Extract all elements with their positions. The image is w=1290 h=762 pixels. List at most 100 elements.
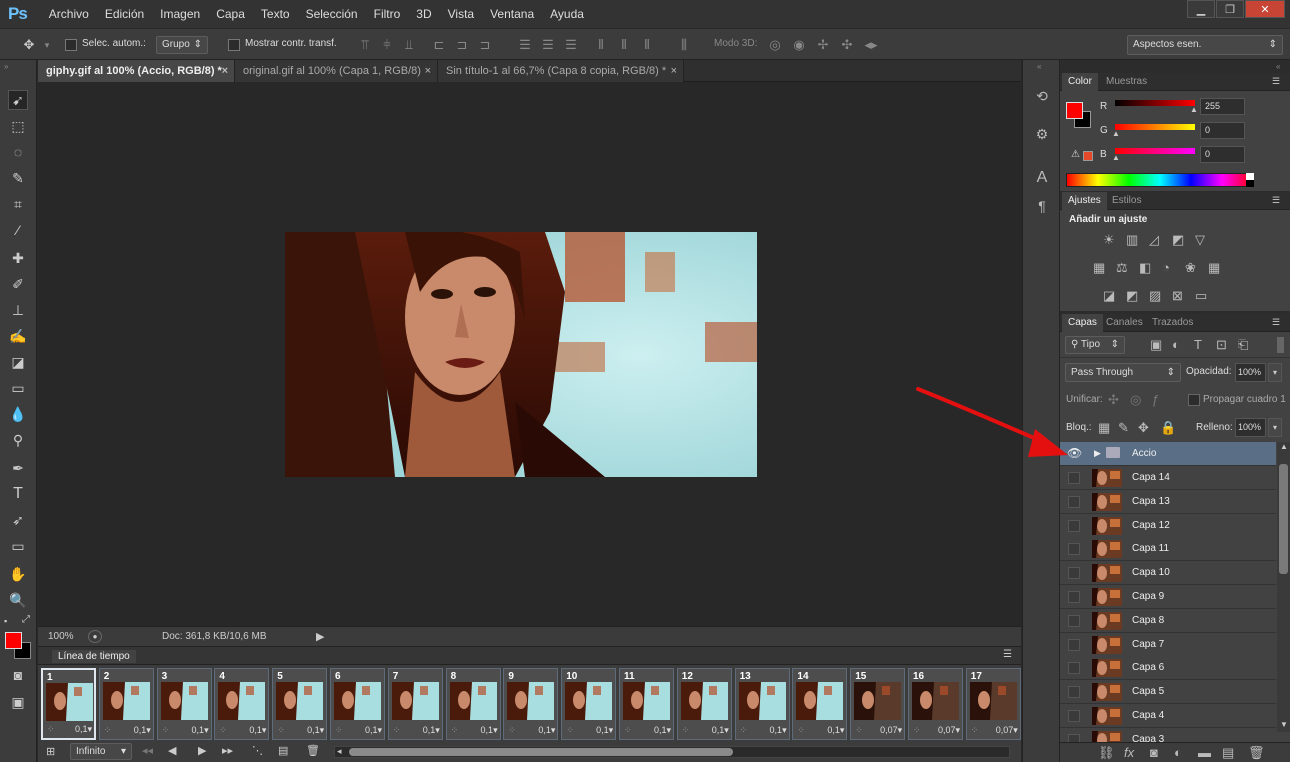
tab-estilos[interactable]: Estilos — [1106, 192, 1147, 210]
timeline-frame[interactable]: 3 ⁘ 0,1▾ — [156, 668, 212, 740]
default-colors-icon[interactable]: ▪ — [4, 616, 7, 626]
healing-brush-tool[interactable]: ✚ — [8, 248, 28, 268]
gamut-swatch[interactable] — [1083, 151, 1093, 161]
link-layers-icon[interactable]: ⛓ — [1098, 745, 1115, 761]
scroll-up-icon[interactable]: ▲ — [1280, 442, 1288, 451]
history-icon[interactable]: ⟲ — [1032, 86, 1052, 106]
lock-all-icon[interactable]: 🔒 — [1160, 420, 1176, 436]
distribute-right-icon[interactable]: ⫴ — [640, 38, 654, 52]
next-frame-icon[interactable]: ▸▸ — [222, 744, 233, 757]
close-tab-icon[interactable]: × — [671, 65, 677, 77]
frame-disposal-icon[interactable]: ⁘ — [855, 725, 863, 736]
color-spectrum-bar[interactable] — [1066, 173, 1254, 187]
tool-preset-chevron-icon[interactable]: ▾ — [40, 38, 54, 52]
tab-ajustes[interactable]: Ajustes — [1062, 192, 1107, 210]
g-slider[interactable] — [1115, 124, 1195, 130]
timeline-frame[interactable]: 13 ⁘ 0,1▾ — [734, 668, 790, 740]
layer-row[interactable]: Capa 6 — [1060, 656, 1276, 681]
lock-position-icon[interactable]: ✥ — [1138, 420, 1149, 436]
visibility-toggle[interactable] — [1068, 567, 1080, 580]
expand-arrow-icon[interactable]: ▶ — [1094, 448, 1101, 459]
timeline-frame[interactable]: 9 ⁘ 0,1▾ — [503, 668, 559, 740]
panel-menu-icon[interactable]: ☰ — [1272, 317, 1280, 328]
frame-disposal-icon[interactable]: ⁘ — [797, 725, 805, 736]
lock-transparency-icon[interactable]: ▦ — [1098, 420, 1110, 436]
collapse-icon[interactable]: » — [4, 62, 8, 71]
tab-sin-titulo[interactable]: Sin título-1 al 66,7% (Capa 8 copia, RGB… — [438, 60, 684, 82]
g-slider-handle-icon[interactable]: ▲ — [1112, 129, 1120, 138]
gradient-tool[interactable]: ▭ — [8, 378, 28, 398]
new-adjustment-icon[interactable]: ◐ — [1174, 745, 1182, 760]
tab-original[interactable]: original.gif al 100% (Capa 1, RGB/8) × — [235, 60, 438, 82]
frame-delay[interactable]: 0,07▾ — [996, 725, 1018, 736]
menu-3d[interactable]: 3D — [416, 7, 431, 21]
visibility-toggle[interactable] — [1068, 686, 1080, 699]
frame-delay[interactable]: 0,1▾ — [192, 725, 209, 736]
frame-delay[interactable]: 0,1▾ — [712, 725, 729, 736]
foreground-color-swatch[interactable] — [5, 632, 22, 649]
minimize-button[interactable]: ▁ — [1187, 0, 1215, 18]
panel-menu-icon[interactable]: ☰ — [1272, 195, 1280, 206]
quick-mask-button[interactable]: ◙ — [8, 665, 28, 685]
spectrum-black-swatch[interactable] — [1246, 180, 1254, 187]
visibility-toggle[interactable] — [1068, 472, 1080, 484]
delete-frame-icon[interactable]: 🗑 — [306, 744, 320, 757]
threshold-icon[interactable]: ▨ — [1149, 288, 1161, 304]
new-group-icon[interactable]: ▬ — [1198, 745, 1211, 760]
color-balance-icon[interactable]: ⚖ — [1116, 260, 1128, 276]
quick-select-tool[interactable]: ✎ — [8, 168, 28, 188]
g-value-field[interactable]: 0 — [1200, 122, 1245, 139]
eyedropper-tool[interactable]: ⁄ — [8, 220, 28, 240]
collapse-icon[interactable]: « — [1037, 62, 1041, 71]
timeline-frame[interactable]: 1 ⁘ 0,1▾ — [41, 668, 96, 740]
history-brush-tool[interactable]: ✍ — [8, 326, 28, 346]
frame-disposal-icon[interactable]: ⁘ — [47, 724, 55, 735]
restore-button[interactable]: ❐ — [1216, 0, 1244, 18]
timeline-frame[interactable]: 2 ⁘ 0,1▾ — [98, 668, 154, 740]
frame-disposal-icon[interactable]: ⁘ — [219, 725, 227, 736]
layer-row[interactable]: Capa 14 — [1060, 466, 1276, 490]
selective-color-icon[interactable]: ⊠ — [1172, 288, 1183, 304]
vibrance-icon[interactable]: ▽ — [1195, 232, 1205, 248]
visibility-toggle[interactable] — [1068, 591, 1080, 603]
distribute-hcenter-icon[interactable]: ⫴ — [617, 38, 631, 52]
duplicate-frame-icon[interactable]: ▤ — [278, 744, 288, 757]
lasso-tool[interactable]: ◌ — [8, 142, 28, 162]
layer-row[interactable]: Capa 8 — [1060, 608, 1276, 633]
marquee-tool[interactable]: ⬚ — [8, 116, 28, 136]
frame-disposal-icon[interactable]: ⁘ — [277, 725, 285, 736]
frame-delay[interactable]: 0,1▾ — [827, 725, 844, 736]
type-tool[interactable]: T — [8, 484, 28, 504]
close-tab-icon[interactable]: × — [222, 65, 228, 77]
frame-delay[interactable]: 0,1▾ — [481, 725, 498, 736]
timeline-frame[interactable]: 10 ⁘ 0,1▾ — [561, 668, 617, 740]
frame-delay[interactable]: 0,1▾ — [134, 725, 151, 736]
menu-edicion[interactable]: Edición — [105, 7, 144, 21]
frame-disposal-icon[interactable]: ⁘ — [740, 725, 748, 736]
timeline-frame[interactable]: 15 ⁘ 0,07▾ — [850, 668, 906, 740]
layers-scrollbar[interactable]: ▲ ▼ — [1277, 442, 1290, 732]
layer-row[interactable]: Capa 7 — [1060, 632, 1276, 657]
tab-muestras[interactable]: Muestras — [1100, 73, 1153, 91]
align-top-icon[interactable]: ⫪ — [358, 38, 372, 52]
close-button[interactable]: ✕ — [1245, 0, 1285, 18]
menu-texto[interactable]: Texto — [261, 7, 290, 21]
frame-disposal-icon[interactable]: ⁘ — [566, 725, 574, 736]
document-image[interactable] — [285, 232, 757, 477]
eraser-tool[interactable]: ◪ — [8, 352, 28, 372]
timeline-scrollbar[interactable]: ◂ — [334, 746, 1010, 758]
visibility-toggle[interactable] — [1068, 638, 1080, 651]
visibility-toggle[interactable] — [1068, 543, 1080, 556]
path-select-tool[interactable]: ➶ — [8, 510, 28, 530]
crop-tool[interactable]: ⌗ — [8, 194, 28, 214]
frame-delay[interactable]: 0,1▾ — [307, 725, 324, 736]
filter-toggle[interactable] — [1277, 337, 1284, 353]
move-tool-icon[interactable]: ✥ — [22, 38, 36, 52]
filter-adjust-icon[interactable]: ◐ — [1172, 337, 1180, 352]
frame-disposal-icon[interactable]: ⁘ — [335, 725, 343, 736]
tab-giphy[interactable]: giphy.gif al 100% (Accio, RGB/8) * × — [38, 60, 235, 82]
unify-style-icon[interactable]: ƒ — [1152, 392, 1159, 407]
clone-stamp-tool[interactable]: ⊥ — [8, 300, 28, 320]
distribute-top-icon[interactable]: ☰ — [518, 38, 532, 52]
r-slider[interactable] — [1115, 100, 1195, 106]
